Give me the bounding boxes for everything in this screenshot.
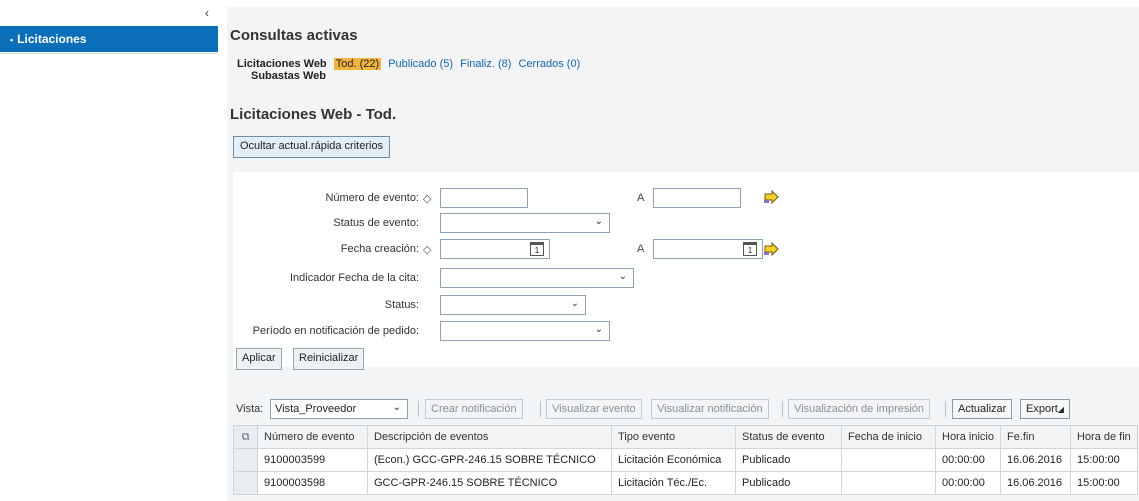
chevron-down-icon: ⌄ [570,298,579,309]
query-tabs: Licitaciones Web Tod. (22) Publicado (5)… [237,58,580,70]
cell-fecha-fin[interactable]: 16.06.2016 [999,471,1071,495]
operator-diamond-icon[interactable]: ◇ [423,243,431,256]
toolbar-divider [418,401,419,417]
column-header[interactable]: Descripción de eventos [367,425,612,449]
cell-fecha-inicio[interactable] [841,471,936,495]
apply-button[interactable]: Aplicar [236,348,282,370]
calendar-icon[interactable]: 1 [530,242,544,256]
column-header[interactable]: Tipo evento [611,425,736,449]
tab-cerrados[interactable]: Cerrados (0) [519,58,581,70]
chevron-down-icon: ⌄ [618,271,627,282]
sidebar-divider [0,53,218,54]
toolbar-divider [540,401,541,417]
dropdown-corner-icon: ◢ [1057,405,1064,414]
cell-numero-evento[interactable]: 9100003599 [257,448,368,472]
tabs-group-label: Licitaciones Web [237,58,327,70]
subastas-web-label[interactable]: Subastas Web [251,70,326,82]
collapse-sidebar-icon[interactable]: ‹ [205,6,209,20]
operator-diamond-icon[interactable]: ◇ [423,192,431,205]
main-content: Consultas activas Licitaciones Web Tod. … [227,7,1139,501]
cell-hora-fin[interactable]: 15:00:00 [1069,448,1138,472]
fecha-creacion-label: Fecha creación: [340,243,419,255]
column-header[interactable]: Número de evento [257,425,368,449]
sidebar: ‹ • Licitaciones [0,0,218,501]
tab-publicado[interactable]: Publicado (5) [388,58,453,70]
column-header[interactable]: Hora inicio [935,425,1001,449]
crear-notificacion-button[interactable]: Crear notificación [425,399,523,419]
visualizar-notificacion-button[interactable]: Visualizar notificación [651,399,769,419]
export-button[interactable]: Export◢ [1020,399,1070,419]
cell-fecha-fin[interactable]: 16.06.2016 [999,448,1071,472]
toggle-criteria-button[interactable]: Ocultar actual.rápida criterios [233,136,391,158]
tab-finalizado[interactable]: Finaliz. (8) [460,58,511,70]
visualizar-evento-button[interactable]: Visualizar evento [546,399,642,419]
multiple-selection-arrow-icon[interactable] [763,242,779,256]
page-title: Consultas activas [230,27,358,44]
numero-evento-to-label: A [637,192,645,204]
column-header[interactable]: Hora de fin [1069,425,1138,449]
section-title: Licitaciones Web - Tod. [230,106,397,123]
cell-fecha-inicio[interactable] [841,448,936,472]
chevron-down-icon: ⌄ [392,402,401,413]
indicador-fecha-select[interactable]: ⌄ [440,268,634,288]
table-header-row: ⧉ Número de evento Descripción de evento… [233,425,1138,449]
search-criteria-panel: Número de evento: ◇ A Status de evento: … [233,172,1139,370]
cell-status-evento[interactable]: Publicado [735,471,842,495]
actualizar-button[interactable]: Actualizar [952,399,1013,419]
numero-evento-to-input[interactable] [653,188,741,208]
table-row[interactable]: 9100003598 GCC-GPR-246.15 SOBRE TÉCNICO … [233,471,1138,495]
column-header[interactable]: Status de evento [735,425,842,449]
status-evento-select[interactable]: ⌄ [440,213,610,233]
cell-numero-evento[interactable]: 9100003598 [257,471,368,495]
numero-evento-from-input[interactable] [440,188,528,208]
cell-hora-fin[interactable]: 15:00:00 [1069,471,1138,495]
periodo-select[interactable]: ⌄ [440,321,610,341]
bullet-icon: • [10,35,14,45]
multiple-selection-arrow-icon[interactable] [763,190,779,204]
toolbar-divider [945,401,946,417]
select-all-icon[interactable]: ⧉ [233,425,258,449]
indicador-fecha-label: Indicador Fecha de la cita: [289,272,419,284]
visualizacion-impresion-button[interactable]: Visualización de impresión [788,399,931,419]
status-evento-label: Status de evento: [333,217,419,229]
reset-button[interactable]: Reinicializar [293,348,365,370]
cell-hora-inicio[interactable]: 00:00:00 [935,448,1001,472]
sidebar-item-licitaciones[interactable]: • Licitaciones [0,26,218,52]
cell-tipo-evento[interactable]: Licitación Téc./Ec. [611,471,736,495]
chevron-down-icon: ⌄ [594,324,603,335]
sidebar-item-label: Licitaciones [17,32,87,46]
row-selector[interactable] [233,448,258,472]
cell-descripcion[interactable]: GCC-GPR-246.15 SOBRE TÉCNICO [367,471,612,495]
status-select[interactable]: ⌄ [440,295,586,315]
cell-tipo-evento[interactable]: Licitación Económica [611,448,736,472]
results-table: ⧉ Número de evento Descripción de evento… [233,425,1138,495]
results-toolbar: Vista: Vista_Proveedor ⌄ Crear notificac… [233,397,1139,423]
column-header[interactable]: Fecha de inicio [841,425,936,449]
cell-hora-inicio[interactable]: 00:00:00 [935,471,1001,495]
cell-descripcion[interactable]: (Econ.) GCC-GPR-246.15 SOBRE TÉCNICO [367,448,612,472]
table-row[interactable]: 9100003599 (Econ.) GCC-GPR-246.15 SOBRE … [233,448,1138,472]
numero-evento-label: Número de evento: [325,192,419,204]
view-label: Vista: [236,403,264,415]
column-header[interactable]: Fe.fin [999,425,1071,449]
fecha-creacion-to-label: A [637,243,645,255]
cell-status-evento[interactable]: Publicado [735,448,842,472]
calendar-icon[interactable]: 1 [743,242,757,256]
periodo-label: Período en notificación de pedido: [252,325,419,337]
chevron-down-icon: ⌄ [594,216,603,227]
view-select[interactable]: Vista_Proveedor ⌄ [270,399,408,419]
export-label: Export [1026,403,1058,415]
tab-todos[interactable]: Tod. (22) [333,58,382,70]
toolbar-divider [782,401,783,417]
status-label: Status: [384,299,419,311]
row-selector[interactable] [233,471,258,495]
view-value: Vista_Proveedor [275,403,357,415]
